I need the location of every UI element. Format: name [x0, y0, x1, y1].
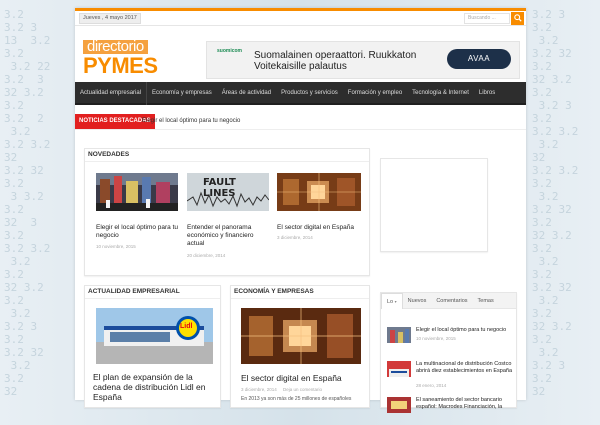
lidl-sign-text: Lidl	[180, 323, 193, 330]
nav-item-libros[interactable]: Libros	[474, 82, 500, 105]
post-title[interactable]: Elegir el local óptimo para tu negocio	[96, 224, 178, 240]
post-date: 10 noviembre, 2015	[96, 244, 136, 249]
background-digits-left: 3.2 3.2 3 13 3.2 3.2 3.2 22 3.2 3 32 3.2…	[4, 8, 51, 398]
novedades-title: NOVEDADES	[85, 149, 369, 162]
list-item-title[interactable]: Elegir el local óptimo para tu negocio	[416, 327, 516, 334]
post-date: 20 diciembre, 2014	[187, 253, 226, 258]
list-item-thumbnail	[387, 397, 411, 413]
list-item-date: 10 noviembre, 2015	[416, 336, 456, 341]
nav-item-actualidad[interactable]: Actualidad empresarial	[75, 82, 148, 105]
nav-item-formacion[interactable]: Formación y empleo	[343, 82, 407, 105]
search-icon	[513, 14, 522, 22]
list-item-thumbnail	[387, 361, 411, 377]
thumb-caption: FAULT LINES	[203, 177, 236, 199]
post-excerpt: En 2013 ya son más de 25 millones de esp…	[241, 396, 352, 402]
tab-popular[interactable]: Lo ▾	[381, 293, 403, 309]
background-digits-right: 3.2 3 3.2 3.2 3.2 32 3.2 32 3.2 3.2 3.2 …	[532, 8, 579, 398]
chevron-down-icon: ▾	[394, 299, 397, 304]
post-title[interactable]: Entender el panorama económico y financi…	[187, 224, 269, 248]
post-thumbnail-digital[interactable]	[241, 308, 361, 364]
tab-nuevos[interactable]: Nuevos	[403, 293, 432, 309]
post-title[interactable]: El sector digital en España	[277, 224, 361, 232]
logo-line1: directorio	[83, 39, 148, 54]
ad-text: Suomalainen operaattori. Ruukkaton Voite…	[254, 50, 417, 72]
sidebar-ad-placeholder	[380, 158, 488, 252]
logo-line2: PYMES	[83, 53, 158, 78]
list-item-date: 28 enero, 2014	[416, 383, 447, 388]
economia-box: ECONOMÍA Y EMPRESAS El sector digital en…	[230, 285, 370, 408]
post-thumbnail-lidl[interactable]: Lidl	[96, 308, 213, 364]
site-logo[interactable]: directorio PYMES	[83, 38, 167, 78]
nav-item-economia[interactable]: Economía y empresas	[147, 82, 217, 105]
actualidad-title: ACTUALIDAD EMPRESARIAL	[85, 286, 220, 299]
current-date: Jueves , 4 mayo 2017	[79, 13, 141, 24]
ad-brand: suomicom	[217, 48, 243, 54]
list-item[interactable]: Elegir el local óptimo para tu negocio 1…	[387, 327, 515, 355]
list-item[interactable]: La multinacional de distribución Costco …	[387, 361, 515, 389]
top-bar: Jueves , 4 mayo 2017 Buscando ...	[75, 8, 526, 26]
news-ticker: NOTICIAS DESTACADAS Elegir el local ópti…	[75, 113, 526, 130]
list-item-title[interactable]: El saneamiento del sector bancario españ…	[416, 397, 516, 411]
post-title[interactable]: El plan de expansión de la cadena de dis…	[93, 372, 218, 402]
main-nav: Actualidad empresarial Economía y empres…	[75, 82, 526, 105]
tabbed-widget: Lo ▾ Nuevos Comentarios Temas Elegir el …	[380, 292, 517, 413]
ad-open-button[interactable]: AVAA	[447, 49, 511, 69]
tab-temas[interactable]: Temas	[473, 293, 499, 309]
post-date: 3 diciembre, 2014	[241, 387, 277, 392]
advertisement-banner[interactable]: suomicom Suomalainen operaattori. Ruukka…	[206, 41, 520, 79]
site-header: directorio PYMES suomicom Suomalainen op…	[75, 26, 526, 82]
post-thumbnail-city[interactable]	[96, 173, 178, 211]
widget-tabs: Lo ▾ Nuevos Comentarios Temas	[381, 293, 516, 309]
nav-item-areas[interactable]: Áreas de actividad	[217, 82, 276, 105]
tab-comentarios[interactable]: Comentarios	[431, 293, 472, 309]
search-input[interactable]: Buscando ...	[464, 13, 510, 24]
list-item[interactable]: El saneamiento del sector bancario españ…	[387, 397, 515, 425]
tab-popular-label: Lo	[387, 299, 394, 305]
nav-item-productos[interactable]: Productos y servicios	[276, 82, 343, 105]
post-thumbnail-digital[interactable]	[277, 173, 361, 211]
search-button[interactable]	[511, 12, 524, 25]
list-item-title[interactable]: La multinacional de distribución Costco …	[416, 361, 516, 375]
post-title[interactable]: El sector digital en España	[241, 373, 366, 383]
list-item-thumbnail	[387, 327, 411, 343]
nav-item-tecnologia[interactable]: Tecnología & Internet	[407, 82, 474, 105]
ticker-headline[interactable]: Elegir el local óptimo para tu negocio	[142, 114, 240, 129]
post-date: 3 diciembre, 2014	[277, 235, 313, 240]
post-comments-link[interactable]: Deja un comentario	[283, 387, 322, 392]
economia-title: ECONOMÍA Y EMPRESAS	[231, 286, 369, 299]
actualidad-box: ACTUALIDAD EMPRESARIAL Lidl El plan de e…	[84, 285, 221, 408]
post-thumbnail-fault-lines[interactable]: FAULT LINES	[187, 173, 269, 211]
page-container: Jueves , 4 mayo 2017 Buscando ... direct…	[75, 8, 526, 413]
novedades-box: NOVEDADES Elegir el local óptimo para tu…	[84, 148, 370, 276]
